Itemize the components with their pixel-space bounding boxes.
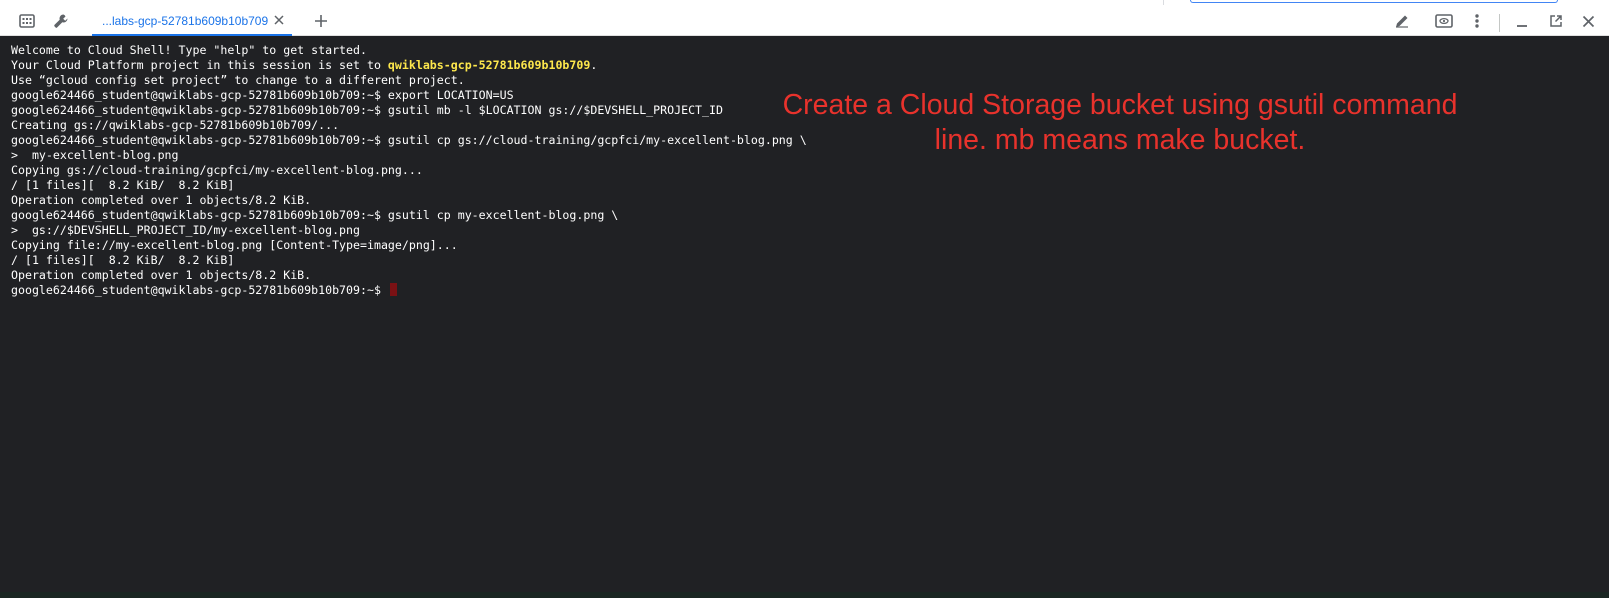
screen: ...labs-gcp-52781b609b10b709 Welcome to … xyxy=(0,0,1609,598)
terminal-line: Creating gs://qwiklabs-gcp-52781b609b10b… xyxy=(11,118,340,132)
annotation-line-2: line. mb means make bucket. xyxy=(934,124,1306,156)
terminal-line: / [1 files][ 8.2 KiB/ 8.2 KiB] xyxy=(11,178,235,192)
terminal-line: Use “gcloud config set project” to chang… xyxy=(11,73,465,87)
cloud-shell-toolbar: ...labs-gcp-52781b609b10b709 xyxy=(0,5,1609,36)
terminal-line-suffix: . xyxy=(590,58,598,72)
web-preview-icon[interactable] xyxy=(1432,9,1456,33)
keyboard-icon[interactable] xyxy=(15,9,39,33)
terminal-line: google624466_student@qwiklabs-gcp-52781b… xyxy=(11,133,807,147)
terminal-line: Operation completed over 1 objects/8.2 K… xyxy=(11,193,312,207)
page-search-field-edge[interactable] xyxy=(1190,0,1558,3)
terminal-line: Copying file://my-excellent-blog.png [Co… xyxy=(11,238,458,252)
close-icon[interactable] xyxy=(1576,9,1600,33)
annotation-line-1: Create a Cloud Storage bucket using gsut… xyxy=(782,89,1458,121)
project-id-highlight: qwiklabs-gcp-52781b609b10b709 xyxy=(387,58,591,72)
more-vert-icon[interactable] xyxy=(1465,9,1489,33)
terminal-line: Your Cloud Platform project in this sess… xyxy=(11,58,807,73)
terminal-prompt: google624466_student@qwiklabs-gcp-52781b… xyxy=(11,283,388,297)
terminal-line: Copying gs://cloud-training/gcpfci/my-ex… xyxy=(11,163,423,177)
tab-cloud-shell-session[interactable]: ...labs-gcp-52781b609b10b709 xyxy=(92,5,292,36)
tab-label: ...labs-gcp-52781b609b10b709 xyxy=(102,14,269,28)
add-tab-icon[interactable] xyxy=(309,9,333,33)
pencil-icon[interactable] xyxy=(1390,9,1414,33)
wrench-icon[interactable] xyxy=(49,9,73,33)
open-new-window-icon[interactable] xyxy=(1544,9,1568,33)
terminal-line: / [1 files][ 8.2 KiB/ 8.2 KiB] xyxy=(11,253,235,267)
terminal-line-text: Your Cloud Platform project in this sess… xyxy=(11,58,388,72)
terminal-line: google624466_student@qwiklabs-gcp-52781b… xyxy=(11,88,514,102)
terminal-line: > gs://$DEVSHELL_PROJECT_ID/my-excellent… xyxy=(11,223,361,237)
terminal-cursor xyxy=(389,283,397,296)
terminal-line: google624466_student@qwiklabs-gcp-52781b… xyxy=(11,208,619,222)
toolbar-separator xyxy=(1499,14,1500,32)
terminal-prompt-line[interactable]: google624466_student@qwiklabs-gcp-52781b… xyxy=(11,283,807,298)
tab-close-icon[interactable] xyxy=(271,12,287,28)
annotation-note: Create a Cloud Storage bucket using gsut… xyxy=(740,88,1500,158)
terminal-output: Welcome to Cloud Shell! Type "help" to g… xyxy=(11,43,807,298)
terminal-line: google624466_student@qwiklabs-gcp-52781b… xyxy=(11,103,723,117)
terminal-line: > my-excellent-blog.png xyxy=(11,148,179,162)
terminal-line: Operation completed over 1 objects/8.2 K… xyxy=(11,268,312,282)
terminal[interactable]: Welcome to Cloud Shell! Type "help" to g… xyxy=(0,36,1609,592)
minimize-icon[interactable] xyxy=(1510,9,1534,33)
terminal-line: Welcome to Cloud Shell! Type "help" to g… xyxy=(11,43,367,57)
